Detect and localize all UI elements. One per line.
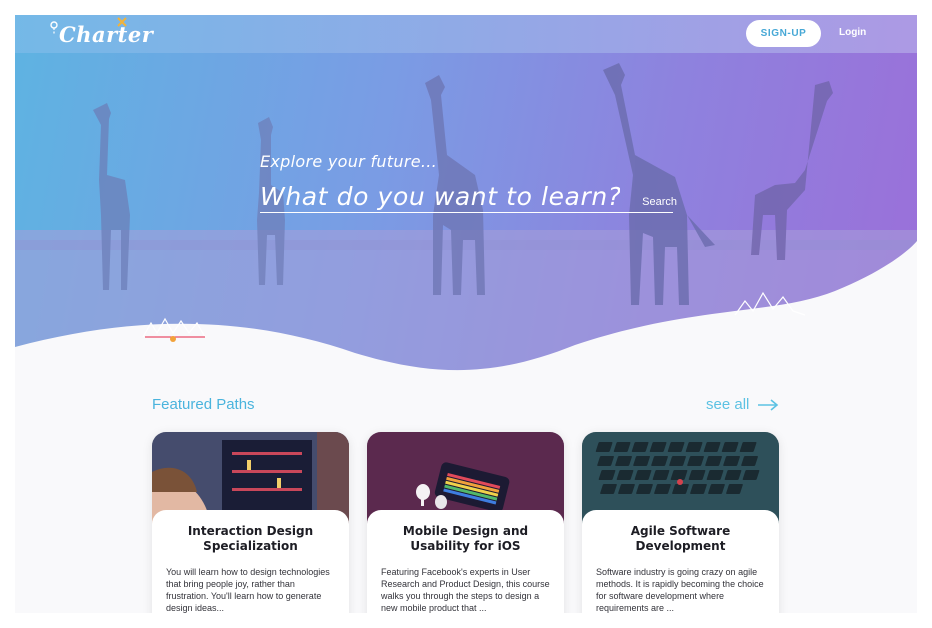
card-body: Agile Software Development Software indu… (582, 510, 779, 613)
path-card[interactable]: Interaction Design Specialization You wi… (152, 432, 349, 613)
card-title: Agile Software Development (630, 524, 731, 553)
see-all-label: see all (706, 396, 750, 413)
card-title: Interaction Design Specialization (187, 524, 314, 553)
search-input[interactable] (260, 181, 620, 211)
path-card[interactable]: Mobile Design and Usability for iOS Feat… (367, 432, 564, 613)
page-frame: Charter SIGN-UP Login Explore your futur… (15, 15, 917, 613)
logo-text: Charter (59, 21, 154, 47)
arrow-right-icon (758, 398, 779, 411)
map-pin-icon (50, 21, 58, 34)
card-body: Interaction Design Specialization You wi… (152, 510, 349, 613)
card-body: Mobile Design and Usability for iOS Feat… (367, 510, 564, 613)
featured-paths-title: Featured Paths (152, 396, 255, 413)
top-navbar: Charter SIGN-UP Login (15, 15, 917, 53)
search-button[interactable]: Search (642, 196, 677, 208)
path-card[interactable]: Agile Software Development Software indu… (582, 432, 779, 613)
charter-logo[interactable]: Charter (50, 17, 154, 49)
signup-button[interactable]: SIGN-UP (746, 20, 821, 47)
card-title: Mobile Design and Usability for iOS (402, 524, 529, 553)
x-mark-icon (117, 17, 127, 27)
card-description: Software industry is going crazy on agil… (596, 567, 764, 613)
card-description: You will learn how to design technologie… (166, 567, 330, 613)
hero-tagline: Explore your future... (260, 152, 438, 171)
see-all-link[interactable]: see all (706, 396, 779, 413)
card-description: Featuring Facebook's experts in User Res… (381, 567, 550, 613)
hero-search-bar: Search (260, 181, 677, 213)
login-link[interactable]: Login (839, 27, 866, 38)
